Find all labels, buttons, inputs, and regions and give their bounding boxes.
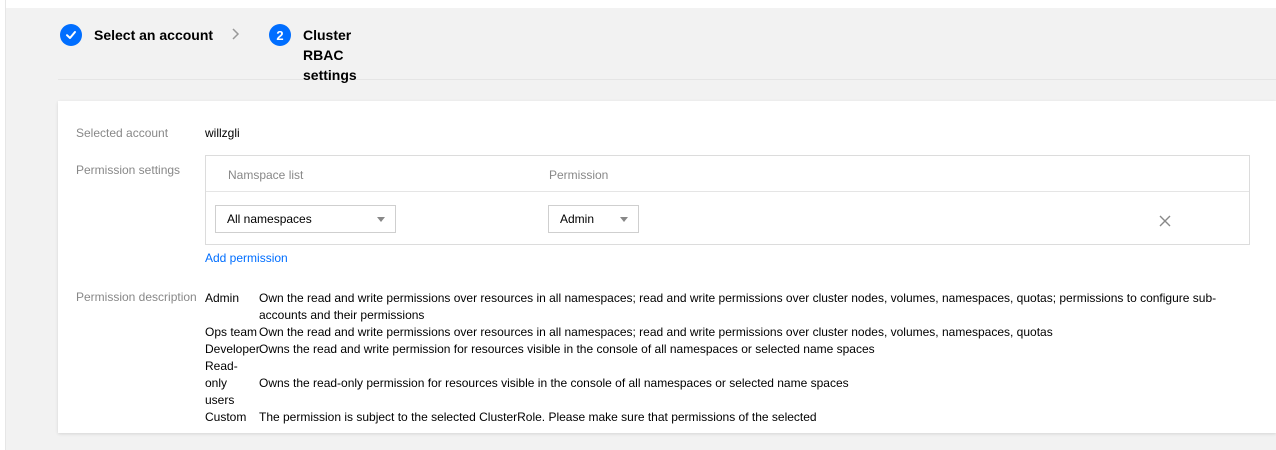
role-name: Ops team — [205, 325, 258, 339]
list-item: Ops team Own the read and write permissi… — [205, 324, 1245, 341]
caret-down-icon — [620, 217, 628, 222]
step-label: Cluster RBAC settings — [303, 27, 357, 83]
list-item: Developer Owns the read and write permis… — [205, 341, 1245, 358]
selected-account-value: willzgli — [205, 126, 240, 140]
role-description: Own the read and write permissions over … — [259, 291, 1217, 322]
permission-settings-label: Permission settings — [76, 163, 181, 177]
role-name: Admin — [205, 291, 240, 305]
role-name: Developer — [205, 342, 260, 356]
permission-description-label: Permission description — [76, 290, 197, 304]
step-label: Select an account — [94, 27, 214, 43]
caret-down-icon — [377, 217, 385, 222]
permission-select-value: Admin — [560, 212, 595, 226]
role-description: Own the read and write permissions over … — [259, 325, 1053, 339]
add-permission-link[interactable]: Add permission — [205, 251, 288, 265]
table-header: Namspace list Permission — [206, 156, 1249, 192]
selected-account-label: Selected account — [76, 126, 169, 140]
permission-description-list: Admin Own the read and write permissions… — [205, 290, 1245, 426]
permission-select[interactable]: Admin — [548, 205, 639, 233]
role-description: The permission is subject to the selecte… — [259, 410, 817, 424]
namespace-select[interactable]: All namespaces — [215, 205, 396, 233]
role-description: Owns the read and write permission for r… — [259, 342, 875, 356]
chevron-right-icon — [231, 26, 241, 47]
close-icon[interactable] — [1159, 212, 1171, 230]
role-description: Owns the read-only permission for resour… — [259, 376, 849, 390]
list-item: Read-only users Owns the read-only permi… — [205, 358, 1245, 409]
step-cluster-rbac-settings[interactable]: 2 Cluster RBAC settings — [269, 24, 383, 85]
check-icon — [60, 24, 82, 46]
rbac-settings-card: Selected account willzgli Permission set… — [58, 101, 1276, 433]
page-frame-top — [6, 0, 1276, 8]
list-item: Admin Own the read and write permissions… — [205, 290, 1245, 324]
column-permission: Permission — [549, 168, 609, 182]
page-frame-left — [0, 0, 6, 450]
permission-table: Namspace list Permission All namespaces … — [205, 155, 1250, 245]
list-item: Custom The permission is subject to the … — [205, 409, 1245, 426]
role-name: Custom — [205, 410, 247, 424]
step-number: 2 — [269, 24, 291, 46]
column-namespace-list: Namspace list — [228, 168, 304, 182]
stepper: Select an account 2 Cluster RBAC setting… — [58, 24, 1276, 83]
role-name: Read-only users — [205, 359, 238, 407]
step-select-account[interactable]: Select an account — [60, 24, 213, 46]
namespace-select-value: All namespaces — [227, 212, 312, 226]
